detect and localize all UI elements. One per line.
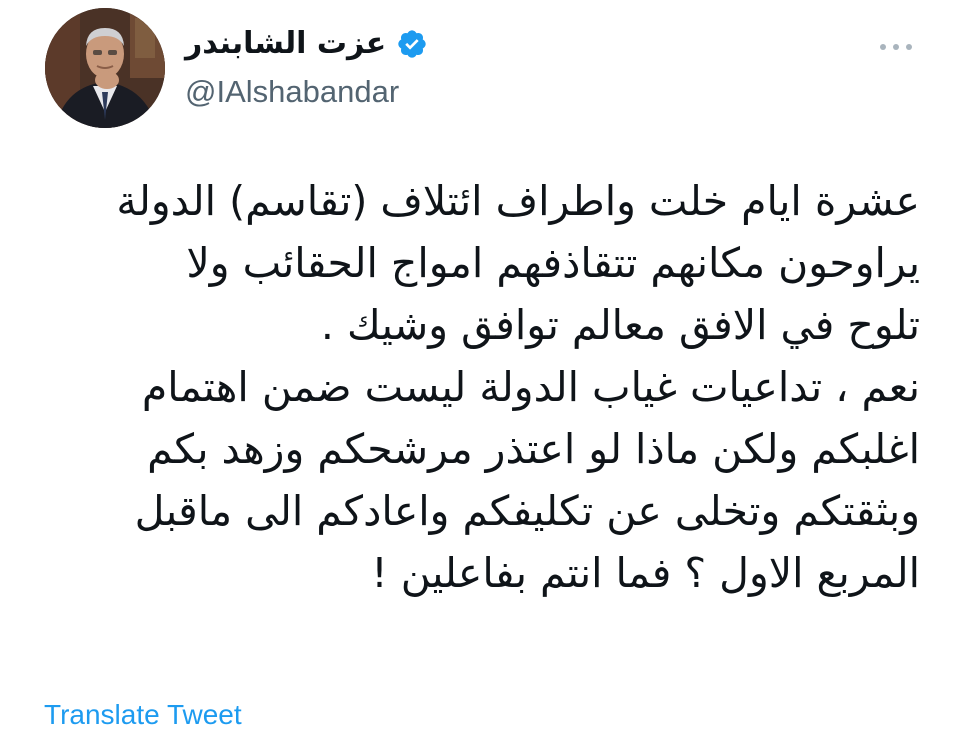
tweet-text-line: المربع الاول ؟ فما انتم بفاعلين ! xyxy=(371,549,920,597)
tweet-text-line: عشرة ايام خلت واطراف ائتلاف (تقاسم) الدو… xyxy=(116,177,920,225)
tweet-text: عشرة ايام خلت واطراف ائتلاف (تقاسم) الدو… xyxy=(30,170,920,604)
avatar-photo xyxy=(45,8,165,128)
more-options-button[interactable] xyxy=(868,32,924,62)
user-handle[interactable]: @IAlshabandar xyxy=(185,70,605,114)
display-name[interactable]: عزت الشابندر xyxy=(185,18,386,70)
more-options-icon xyxy=(880,44,886,50)
tweet-text-line: وبثقتكم وتخلى عن تكليفكم واعادكم الى ماق… xyxy=(134,487,920,535)
name-row: عزت الشابندر xyxy=(185,18,605,70)
more-options-icon-dot xyxy=(893,44,899,50)
tweet-text-line: يراوحون مكانهم تتقاذفهم امواج الحقائب ول… xyxy=(186,239,920,287)
author-block: عزت الشابندر @IAlshabandar xyxy=(185,18,605,114)
tweet-text-line: نعم ، تداعيات غياب الدولة ليست ضمن اهتما… xyxy=(141,363,920,411)
tweet-card: عزت الشابندر @IAlshabandar عشرة ايام خلت… xyxy=(0,0,960,735)
tweet-text-line: اغلبكم ولكن ماذا لو اعتذر مرشحكم وزهد بك… xyxy=(147,425,920,473)
more-options-icon-dot xyxy=(906,44,912,50)
translate-tweet-link[interactable]: Translate Tweet xyxy=(44,697,242,733)
verified-badge-icon xyxy=(398,30,426,58)
tweet-text-line: تلوح في الافق معالم توافق وشيك . xyxy=(320,301,920,349)
avatar[interactable] xyxy=(45,8,165,128)
